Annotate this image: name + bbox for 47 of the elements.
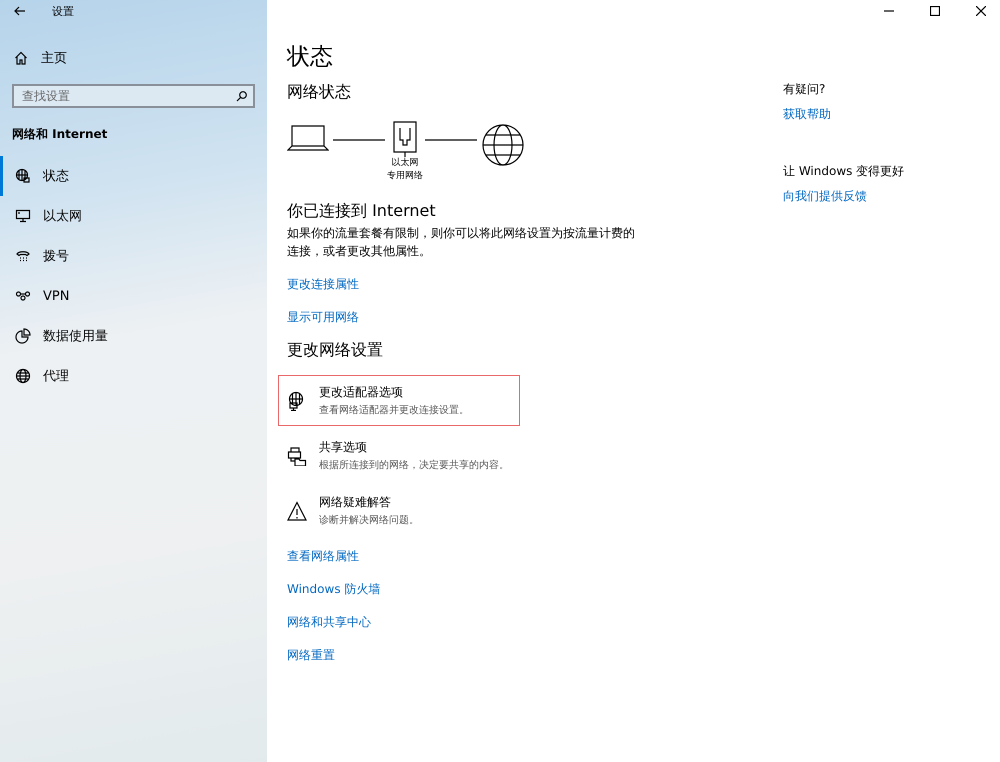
connector-line — [425, 139, 477, 141]
link[interactable]: 网络和共享中心 — [287, 614, 380, 631]
link[interactable]: Windows 防火墙 — [287, 581, 380, 598]
home-icon — [14, 51, 28, 65]
settings-option[interactable]: 更改适配器选项 查看网络适配器并更改连接设置。 — [278, 375, 520, 426]
maximize-icon — [930, 6, 940, 16]
globe-icon — [481, 123, 525, 167]
window-title: 设置 — [52, 4, 74, 18]
printer-folder-icon — [287, 446, 307, 466]
adapter-label: 以太网 — [392, 157, 418, 170]
nav-item[interactable]: 数据使用量 — [0, 316, 255, 356]
network-profile-label: 专用网络 — [387, 170, 423, 183]
warning-icon — [287, 500, 307, 520]
connection-status: 你已连接到 Internet — [287, 201, 436, 222]
link[interactable]: 向我们提供反馈 — [783, 188, 904, 205]
home-nav-item[interactable]: 主页 — [12, 47, 255, 69]
nav-item[interactable]: VPN — [0, 276, 255, 316]
link[interactable]: 获取帮助 — [783, 106, 904, 123]
section-heading: 网络和 Internet — [12, 126, 108, 143]
settings-option[interactable]: 网络疑难解答 诊断并解决网络问题。 — [278, 485, 520, 536]
laptop-icon — [287, 123, 329, 153]
link[interactable]: 网络重置 — [287, 647, 380, 664]
link[interactable]: 更改连接属性 — [287, 276, 359, 293]
link[interactable]: 查看网络属性 — [287, 548, 380, 565]
globe-monitor-icon — [15, 168, 31, 184]
aside-heading: 有疑问? — [783, 81, 826, 98]
globe-icon — [15, 368, 31, 384]
nav-item[interactable]: 状态 — [0, 156, 255, 196]
pie-chart-icon — [15, 328, 31, 344]
ethernet-port-icon — [393, 121, 417, 157]
nav-item[interactable]: 拨号 — [0, 236, 255, 276]
search-icon — [236, 91, 247, 102]
phone-icon — [15, 248, 31, 264]
monitor-icon — [15, 208, 31, 224]
page-title: 状态 — [287, 43, 333, 72]
aside-heading: 让 Windows 变得更好 — [783, 163, 904, 180]
connector-line — [333, 139, 385, 141]
nav-item[interactable]: 以太网 — [0, 196, 255, 236]
section-heading: 更改网络设置 — [287, 340, 383, 361]
settings-option[interactable]: 共享选项 根据所连接到的网络，决定要共享的内容。 — [278, 430, 520, 481]
section-heading: 网络状态 — [287, 82, 351, 103]
description-text: 如果你的流量套餐有限制，则你可以将此网络设置为按流量计费的连接，或者更改其他属性。 — [287, 225, 636, 260]
link[interactable]: 显示可用网络 — [287, 309, 359, 326]
close-icon — [976, 6, 986, 16]
back-arrow-icon — [14, 6, 26, 16]
search-field[interactable]: 查找设置 — [12, 84, 255, 108]
nav-item[interactable]: 代理 — [0, 356, 255, 396]
